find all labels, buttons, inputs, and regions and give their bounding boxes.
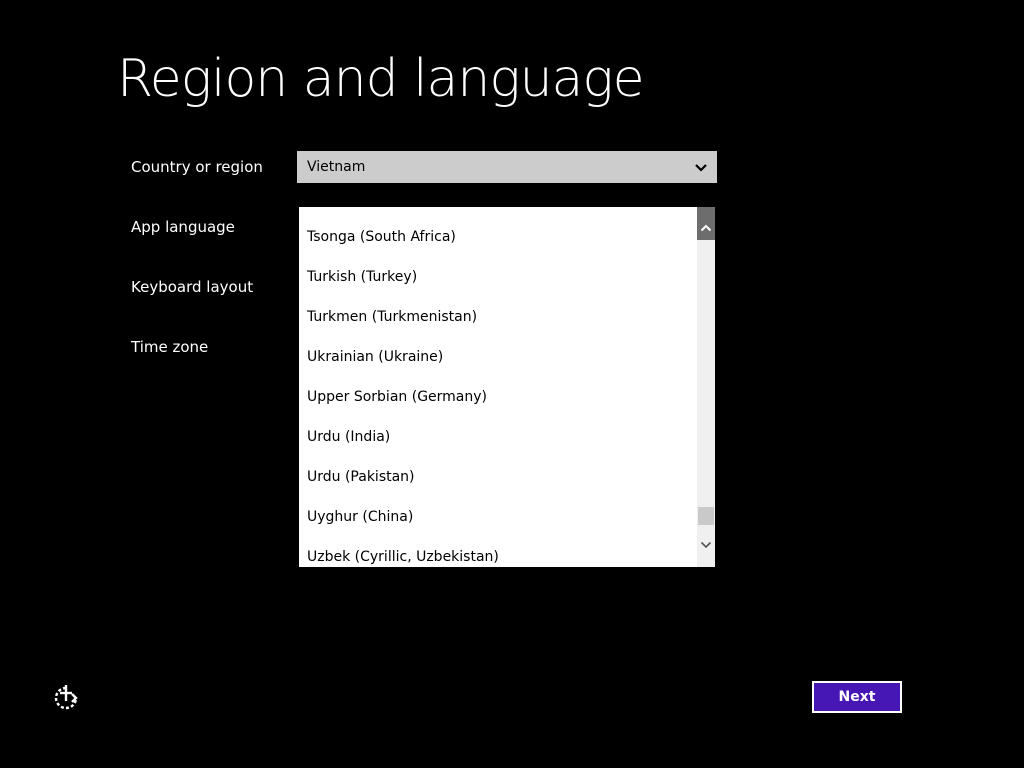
- country-select-value: Vietnam: [307, 159, 366, 175]
- time-zone-label: Time zone: [131, 338, 209, 356]
- ease-of-access-icon[interactable]: [52, 684, 80, 712]
- keyboard-layout-label: Keyboard layout: [131, 278, 254, 296]
- country-select[interactable]: Vietnam: [297, 151, 717, 183]
- app-language-dropdown-list[interactable]: Tsonga (South Africa) Turkish (Turkey) T…: [299, 207, 715, 567]
- language-option[interactable]: Tsonga (South Africa): [299, 217, 697, 257]
- setup-screen: Region and language Country or region Ap…: [0, 0, 1024, 768]
- scrollbar-thumb[interactable]: [698, 507, 714, 525]
- language-option[interactable]: Urdu (India): [299, 417, 697, 457]
- language-option[interactable]: Uzbek (Cyrillic, Uzbekistan): [299, 537, 697, 567]
- list-scrollbar[interactable]: [697, 207, 715, 567]
- language-option[interactable]: Uyghur (China): [299, 497, 697, 537]
- chevron-down-icon: [693, 159, 709, 175]
- scroll-down-button[interactable]: [697, 534, 715, 567]
- chevron-down-icon: [700, 541, 712, 549]
- page-title: Region and language: [117, 49, 645, 109]
- language-option[interactable]: Ukrainian (Ukraine): [299, 337, 697, 377]
- language-option[interactable]: Upper Sorbian (Germany): [299, 377, 697, 417]
- language-options: Tsonga (South Africa) Turkish (Turkey) T…: [299, 217, 697, 567]
- scroll-up-button[interactable]: [697, 207, 715, 240]
- language-option[interactable]: Turkish (Turkey): [299, 257, 697, 297]
- next-button[interactable]: Next: [812, 681, 902, 713]
- country-label: Country or region: [131, 158, 263, 176]
- language-option[interactable]: Urdu (Pakistan): [299, 457, 697, 497]
- language-option[interactable]: Turkmen (Turkmenistan): [299, 297, 697, 337]
- app-language-label: App language: [131, 218, 235, 236]
- chevron-up-icon: [700, 224, 712, 232]
